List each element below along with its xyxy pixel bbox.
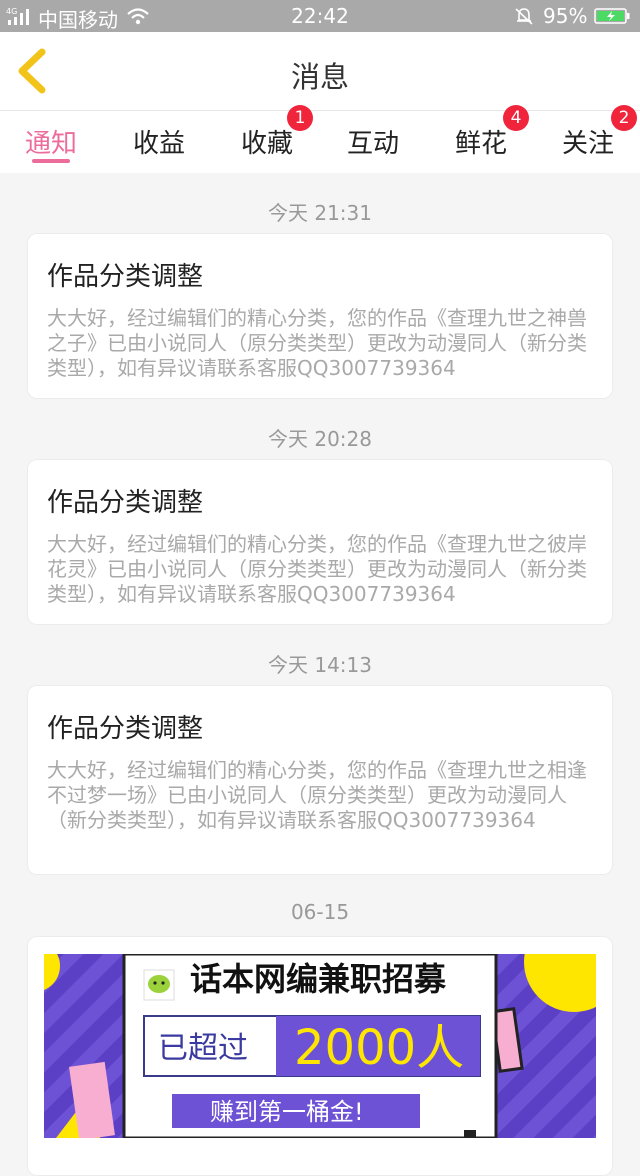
tab-label: 收益 — [132, 129, 185, 159]
tab-label: 鲜花 — [454, 129, 507, 159]
tab-notifications[interactable]: 通知 — [1, 111, 101, 173]
tab-label: 通知 — [24, 129, 77, 159]
battery-percent: 95% — [543, 4, 588, 28]
message-card[interactable]: 作品分类调整 大大好，经过编辑们的精心分类，您的作品《查理九世之彼岸花灵》已由小… — [27, 459, 613, 625]
message-time: 今天 20:28 — [268, 427, 372, 451]
message-title: 作品分类调整 — [47, 488, 204, 518]
battery-icon — [594, 8, 630, 24]
bell-muted-icon — [515, 8, 533, 25]
unread-badge: 1 — [287, 105, 313, 131]
participant-count: 2000人 — [294, 1020, 464, 1076]
banner-headline: 话本网编兼职招募 — [190, 960, 447, 998]
recruitment-banner[interactable]: 话本网编兼职招募 已超过 2000人 赚到第一桶金! — [44, 954, 596, 1138]
decor-circle — [44, 954, 60, 990]
message-title: 作品分类调整 — [47, 262, 204, 292]
unread-badge: 4 — [503, 105, 529, 131]
nav-bar: 消息 — [0, 32, 640, 111]
decor-block — [464, 1130, 476, 1138]
message-card[interactable]: 作品分类调整 大大好，经过编辑们的精心分类，您的作品《查理九世之相逢不过梦一场》… — [27, 685, 613, 875]
tab-label: 收藏 — [240, 129, 293, 159]
message-body: 大大好，经过编辑们的精心分类，您的作品《查理九世之相逢不过梦一场》已由小说同人（… — [47, 758, 587, 832]
tab-label: 关注 — [561, 129, 614, 159]
decor-circle — [524, 954, 596, 1012]
tab-interactions[interactable]: 互动 — [323, 111, 423, 173]
message-title: 作品分类调整 — [47, 714, 204, 744]
tab-earnings[interactable]: 收益 — [109, 111, 209, 173]
unread-badge: 2 — [611, 105, 637, 131]
message-time: 06-15 — [290, 900, 350, 924]
tab-bar: 通知 收益 收藏 1 互动 鲜花 4 关注 2 — [0, 105, 640, 173]
active-tab-indicator — [32, 159, 70, 163]
tab-flowers[interactable]: 鲜花 4 — [431, 105, 531, 173]
message-card[interactable]: 作品分类调整 大大好，经过编辑们的精心分类，您的作品《查理九世之神兽之子》已由小… — [27, 233, 613, 399]
message-body: 大大好，经过编辑们的精心分类，您的作品《查理九世之彼岸花灵》已由小说同人（原分类… — [47, 532, 587, 606]
banner-slogan: 赚到第一桶金! — [210, 1098, 364, 1126]
tab-favorites[interactable]: 收藏 1 — [217, 105, 317, 173]
status-bar: 4G 中国移动 22:42 95% — [0, 0, 640, 32]
message-body: 大大好，经过编辑们的精心分类，您的作品《查理九世之神兽之子》已由小说同人（原分类… — [47, 306, 587, 380]
exceed-label: 已超过 — [158, 1031, 248, 1066]
message-time: 今天 14:13 — [268, 653, 372, 677]
chat-logo-icon — [143, 969, 175, 1001]
message-time: 今天 21:31 — [268, 201, 372, 225]
banner-artwork: 话本网编兼职招募 已超过 2000人 赚到第一桶金! — [44, 954, 596, 1138]
page-title: 消息 — [290, 60, 349, 94]
tab-label: 互动 — [346, 129, 399, 159]
tab-following[interactable]: 关注 2 — [538, 105, 638, 173]
